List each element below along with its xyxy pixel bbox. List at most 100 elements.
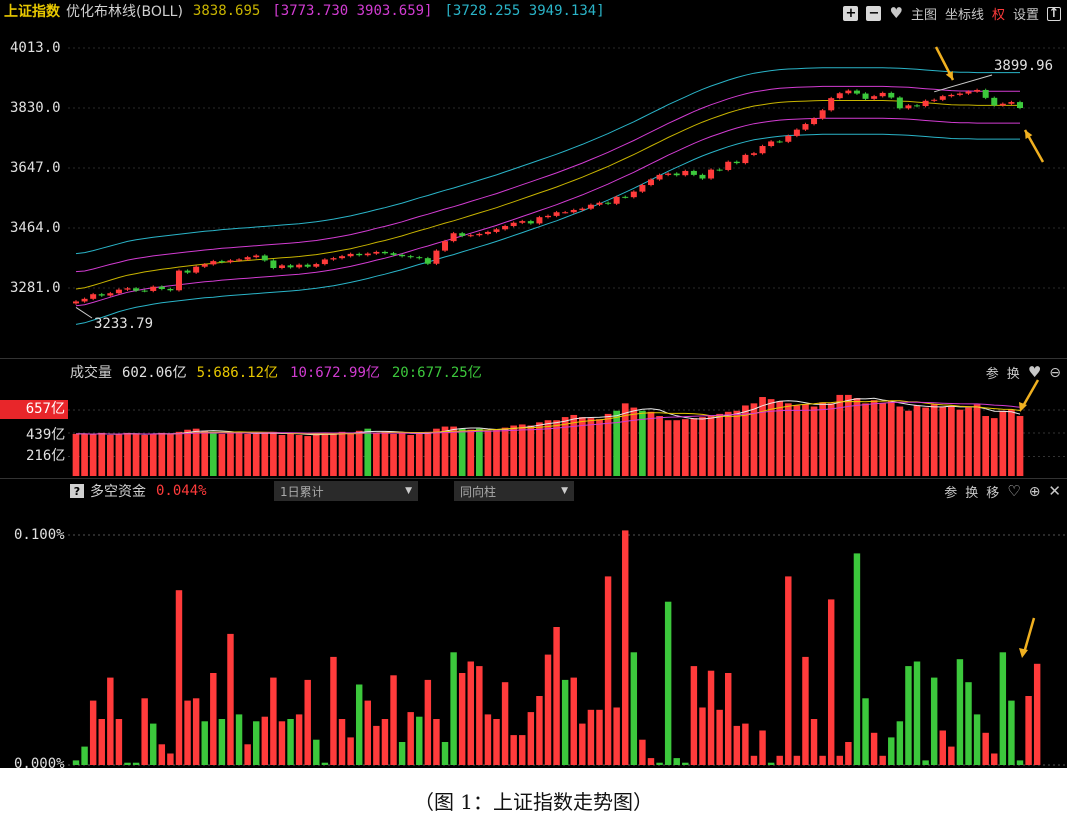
candle-body	[836, 93, 843, 99]
candle-body	[424, 258, 431, 264]
volume-bar	[158, 432, 166, 476]
candle-body	[733, 161, 740, 164]
candle-body	[647, 179, 654, 186]
candle-body	[287, 265, 294, 268]
candle-body	[72, 301, 80, 304]
volume-bar	[501, 427, 509, 476]
volume-bar	[947, 406, 955, 476]
candle-body	[236, 259, 243, 261]
funds-bar	[1025, 696, 1032, 765]
funds-bar	[424, 679, 432, 765]
funds-bar	[390, 675, 397, 765]
funds-bar	[458, 673, 466, 765]
candle-body	[442, 241, 449, 251]
candle-body	[630, 191, 637, 198]
candle-body	[201, 264, 208, 267]
funds-bar	[355, 684, 363, 765]
candle-body	[253, 255, 260, 258]
volume-bar	[922, 407, 929, 476]
volume-bar	[261, 432, 269, 476]
funds-bar	[433, 719, 440, 765]
candle-body	[407, 256, 414, 258]
volume-bars	[72, 394, 1024, 476]
candle-body	[381, 251, 388, 254]
candle-body	[956, 93, 963, 95]
funds-bar	[107, 677, 114, 765]
volume-bar	[415, 433, 423, 476]
funds-bar	[965, 682, 972, 765]
candle-body	[639, 185, 646, 192]
volume-bar	[699, 417, 706, 476]
volume-bar	[630, 407, 638, 476]
candle-body	[690, 170, 697, 175]
candle-body	[939, 96, 946, 100]
low-leader-line	[75, 307, 93, 319]
funds-bar	[72, 760, 80, 765]
volume-bar	[252, 433, 260, 476]
volume-bar	[939, 406, 947, 476]
candle-body	[347, 253, 354, 257]
funds-bar	[973, 714, 981, 765]
volume-bar	[1016, 416, 1024, 476]
volume-bar	[287, 433, 294, 476]
funds-bar	[982, 732, 989, 765]
candle-body	[665, 173, 672, 175]
candle-body	[656, 174, 663, 180]
candle-body	[587, 204, 594, 209]
candle-body	[896, 97, 903, 109]
volume-bar	[870, 400, 878, 476]
band1-lower-line	[75, 117, 1020, 307]
volume-bar	[98, 432, 106, 476]
candle-body	[416, 257, 423, 259]
candle-body	[785, 135, 792, 142]
candle-body	[1008, 102, 1015, 104]
funds-bar	[313, 739, 320, 765]
funds-bar	[870, 732, 878, 765]
candle-body	[270, 260, 277, 268]
volume-bar	[330, 433, 337, 476]
volume-bar	[879, 403, 887, 476]
candle-body	[90, 294, 97, 299]
volume-chart[interactable]	[0, 358, 1067, 478]
volume-bar	[613, 410, 621, 476]
volume-bar	[381, 431, 389, 476]
volume-bar	[218, 433, 226, 476]
funds-bar	[604, 576, 612, 765]
volume-bar	[570, 414, 578, 476]
high-leader-line	[934, 74, 993, 93]
candlestick-chart[interactable]	[0, 0, 1067, 358]
volume-bar	[201, 430, 209, 476]
funds-bar	[579, 723, 586, 765]
volume-bar	[862, 403, 869, 476]
candle-body	[493, 229, 500, 232]
candle-body	[862, 93, 869, 99]
annotation-arrow-head	[1019, 648, 1028, 658]
funds-bar	[827, 599, 835, 765]
funds-bar	[699, 707, 706, 765]
volume-bar	[106, 435, 114, 476]
funds-bar	[244, 744, 251, 765]
volume-bar	[784, 403, 792, 476]
candle-body	[150, 286, 157, 291]
volume-bar	[81, 433, 88, 476]
candle-body	[373, 251, 380, 254]
candle-body	[107, 293, 114, 296]
volume-bar	[115, 433, 123, 476]
funds-bar	[201, 721, 208, 765]
candle-body	[579, 208, 586, 210]
funds-bar	[956, 659, 964, 765]
candles	[72, 88, 1024, 305]
candle-body	[673, 173, 680, 176]
funds-chart[interactable]	[0, 478, 1067, 768]
funds-bar	[115, 719, 123, 765]
volume-bar	[347, 432, 354, 476]
volume-bar	[887, 401, 895, 476]
candle-body	[596, 202, 603, 205]
candle-body	[1016, 102, 1024, 108]
volume-bar	[956, 409, 964, 476]
funds-bar	[759, 730, 766, 765]
candle-body	[802, 124, 809, 130]
funds-bar	[467, 661, 474, 765]
candle-body	[304, 264, 311, 267]
funds-bar	[270, 677, 277, 765]
